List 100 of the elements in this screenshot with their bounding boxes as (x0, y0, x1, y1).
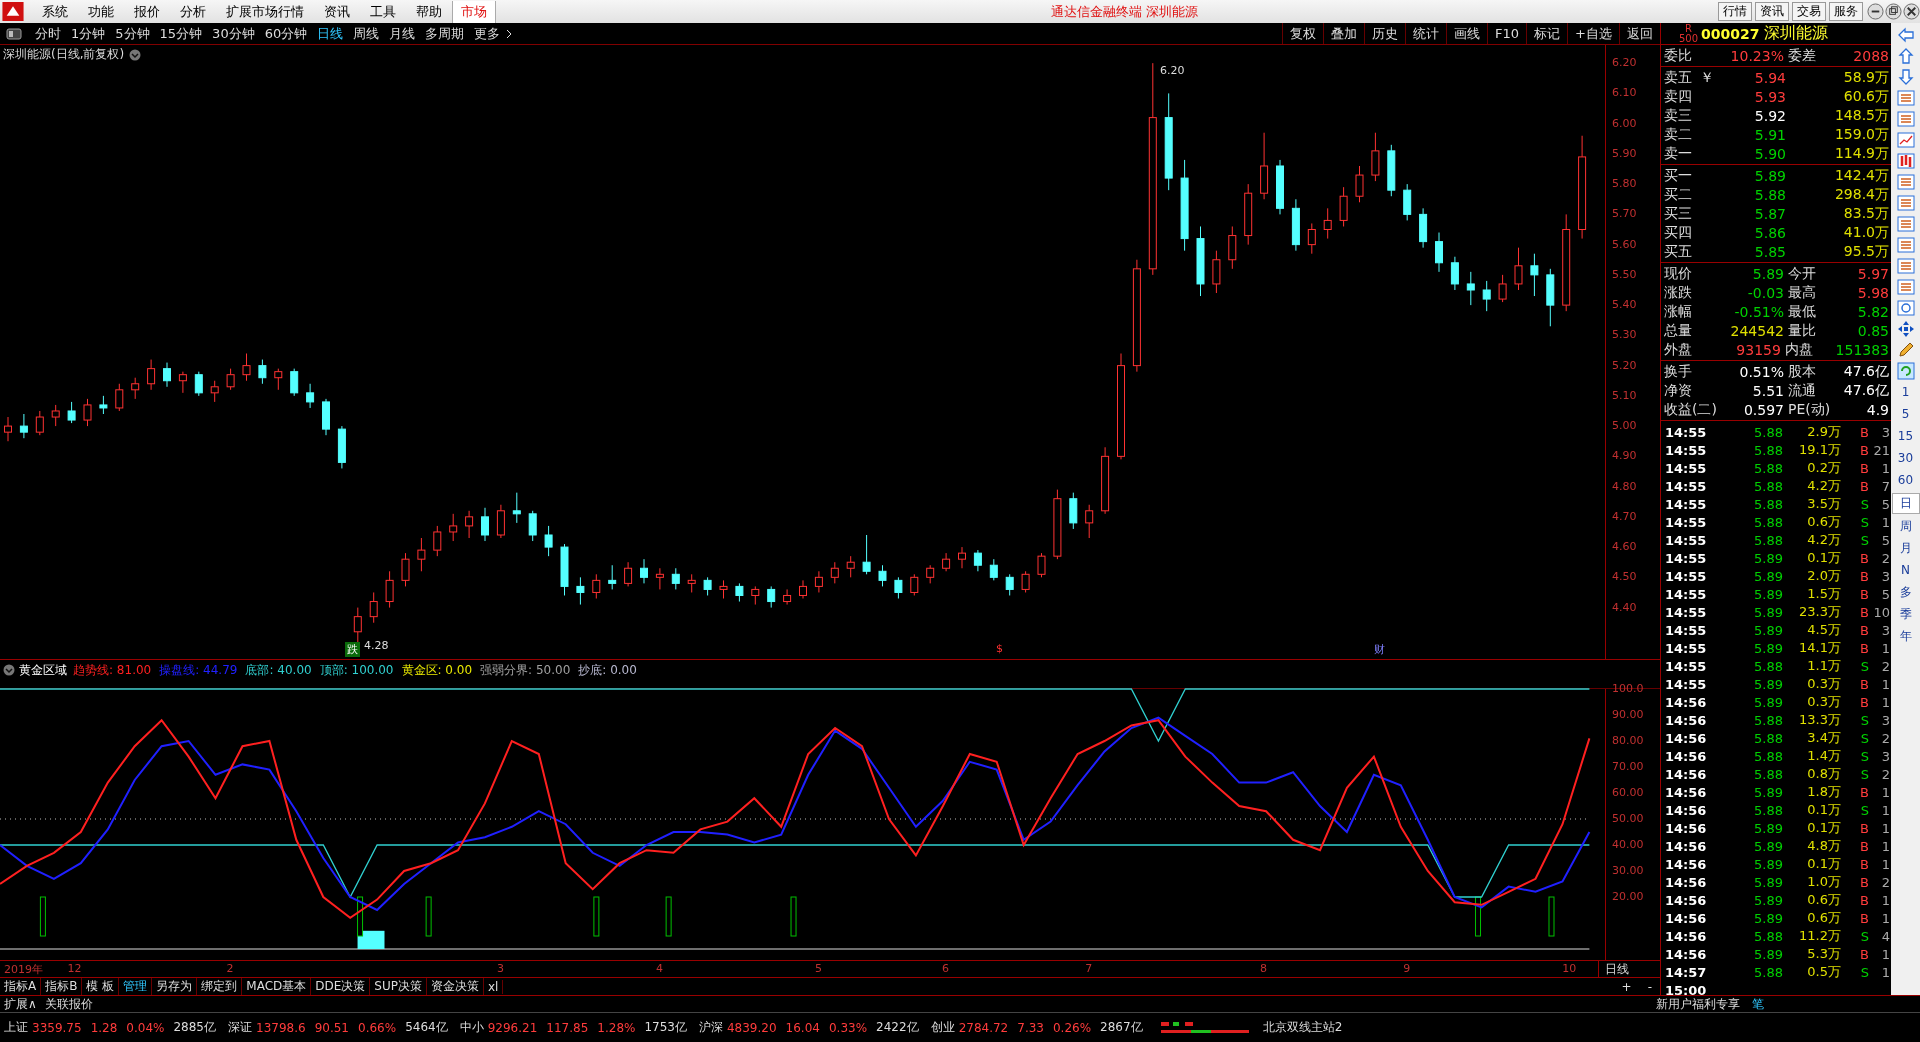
menu-item[interactable]: 扩展市场行情 (216, 2, 314, 21)
refresh-icon[interactable] (1896, 362, 1915, 380)
indicator-tab[interactable]: xl (483, 979, 504, 994)
mode-tab[interactable]: 笔 (1746, 995, 1770, 1013)
period-button[interactable]: 周 (1892, 517, 1919, 536)
toolbar-button[interactable]: 行情 (1718, 2, 1752, 21)
period-button[interactable]: 30 (1892, 449, 1919, 468)
extension-tab[interactable]: 扩展∧ (0, 995, 41, 1013)
period-tab[interactable]: 60分钟 (259, 24, 313, 43)
panel-toggle-icon[interactable] (6, 27, 22, 40)
period-button[interactable]: 60 (1892, 471, 1919, 490)
indicator-tab[interactable]: 指标B (41, 978, 83, 995)
trade-side: B (1859, 568, 1869, 584)
event-marker[interactable]: 跌 (345, 642, 360, 657)
order-level-label: 买二 (1663, 185, 1693, 204)
period-button[interactable]: 5 (1892, 405, 1919, 424)
trade-count: 21 (1872, 442, 1891, 458)
period-button[interactable]: 月 (1892, 539, 1919, 558)
toolbar-button[interactable]: 服务 (1829, 2, 1863, 21)
period-tab[interactable]: 分时 (30, 24, 66, 43)
trade-price: 5.89 (1753, 892, 1783, 908)
candlestick (1466, 271, 1475, 306)
event-marker[interactable]: 财 (1372, 642, 1387, 657)
index-percent: 0.04% (126, 1020, 165, 1035)
minimize-icon[interactable] (1867, 3, 1884, 20)
period-tab[interactable]: 更多 (469, 24, 506, 43)
period-button[interactable]: 多 (1892, 583, 1919, 602)
indicator-tab[interactable]: SUP决策 (370, 978, 427, 995)
arrow-up-icon[interactable] (1896, 47, 1915, 65)
indicator-value: 操盘线: 44.79 (159, 661, 238, 679)
trade-side: B (1859, 622, 1869, 638)
trade-time: 14:56 (1664, 748, 1707, 764)
axis-label: 100.0 (1612, 682, 1644, 695)
dropdown-icon[interactable] (3, 664, 15, 676)
menu-item[interactable]: 报价 (124, 2, 170, 21)
line-chart-icon[interactable] (1896, 131, 1915, 149)
index-name[interactable]: 沪深 (698, 1019, 723, 1036)
arrow-down-icon[interactable] (1896, 68, 1915, 86)
indicator-tab[interactable]: DDE决策 (311, 978, 371, 995)
period-tab[interactable]: 多周期 (420, 24, 470, 43)
order-level-label: 卖一 (1663, 144, 1693, 163)
axis-label: 80.00 (1612, 734, 1644, 747)
indicator-tab[interactable]: MACD基本 (242, 978, 312, 995)
index-percent: 0.33% (828, 1020, 868, 1035)
move-icon[interactable] (1896, 320, 1915, 338)
extension-tab[interactable]: 关联报价 (40, 995, 97, 1013)
menu-item[interactable]: 系统 (32, 2, 78, 21)
period-tab[interactable]: 30分钟 (207, 24, 260, 43)
event-marker[interactable]: $ (994, 642, 1005, 655)
indicator-tab[interactable]: 管理 (119, 978, 153, 995)
dropdown-icon[interactable] (129, 49, 141, 61)
index-name[interactable]: 深证 (228, 1019, 252, 1036)
menu-item[interactable]: 资讯 (314, 2, 360, 21)
trade-time: 14:56 (1664, 892, 1707, 908)
candlestick (83, 398, 92, 427)
candlestick (703, 576, 712, 596)
field-value: 5.82 (1856, 303, 1890, 320)
index-name[interactable]: 上证 (4, 1019, 28, 1036)
toolbar-button[interactable]: 交易 (1792, 2, 1826, 21)
period-button[interactable]: 1 (1892, 383, 1919, 402)
indicator-tab[interactable]: 模 板 (82, 978, 120, 995)
period-button[interactable]: N (1892, 561, 1919, 580)
market-tab[interactable]: 市场 (452, 0, 496, 23)
trade-price: 5.88 (1753, 964, 1783, 980)
server-name[interactable]: 北京双线主站2 (1262, 1019, 1343, 1036)
period-button[interactable]: 日 (1891, 493, 1920, 514)
chevron-right-icon[interactable] (506, 28, 513, 39)
promo-link[interactable]: 新用户福利专享 (1650, 995, 1746, 1013)
trade-count: 5 (1880, 532, 1891, 548)
menu-item[interactable]: 分析 (170, 2, 216, 21)
trade-price: 5.89 (1753, 568, 1783, 584)
period-tab[interactable]: 1分钟 (66, 24, 111, 43)
list-icon[interactable] (1896, 110, 1915, 128)
trade-count: 1 (1880, 910, 1891, 926)
period-tab[interactable]: 日线 (312, 24, 349, 43)
candlestick-icon[interactable] (1896, 152, 1915, 170)
menu-item[interactable]: 功能 (78, 2, 124, 21)
period-tab[interactable]: 周线 (348, 24, 385, 43)
menu-item[interactable]: 帮助 (406, 2, 452, 21)
period-tab[interactable]: 5分钟 (110, 24, 155, 43)
indicator-tab[interactable]: 绑定到 (197, 978, 243, 995)
period-tab[interactable]: 15分钟 (154, 24, 208, 43)
restore-icon[interactable] (1885, 3, 1902, 20)
indicator-tab[interactable]: 另存为 (152, 978, 198, 995)
candlestick (274, 368, 283, 391)
period-button[interactable]: 年 (1892, 627, 1919, 646)
period-tab[interactable]: 月线 (384, 24, 421, 43)
menu-item[interactable]: 工具 (360, 2, 406, 21)
index-name[interactable]: 创业 (930, 1019, 955, 1036)
close-icon[interactable] (1903, 3, 1920, 20)
index-name[interactable]: 中小 (459, 1019, 484, 1036)
trade-count: 3 (1880, 748, 1891, 764)
toolbar-button[interactable]: 资讯 (1755, 2, 1789, 21)
period-button[interactable]: 15 (1892, 427, 1919, 446)
arrow-left-icon[interactable] (1896, 26, 1915, 44)
indicator-tab[interactable]: 资金决策 (426, 978, 484, 995)
period-button[interactable]: 季 (1892, 605, 1919, 624)
indicator-tab[interactable]: 指标A (0, 978, 42, 995)
pencil-icon[interactable] (1896, 341, 1915, 359)
date-label: 2019年 (4, 962, 43, 977)
